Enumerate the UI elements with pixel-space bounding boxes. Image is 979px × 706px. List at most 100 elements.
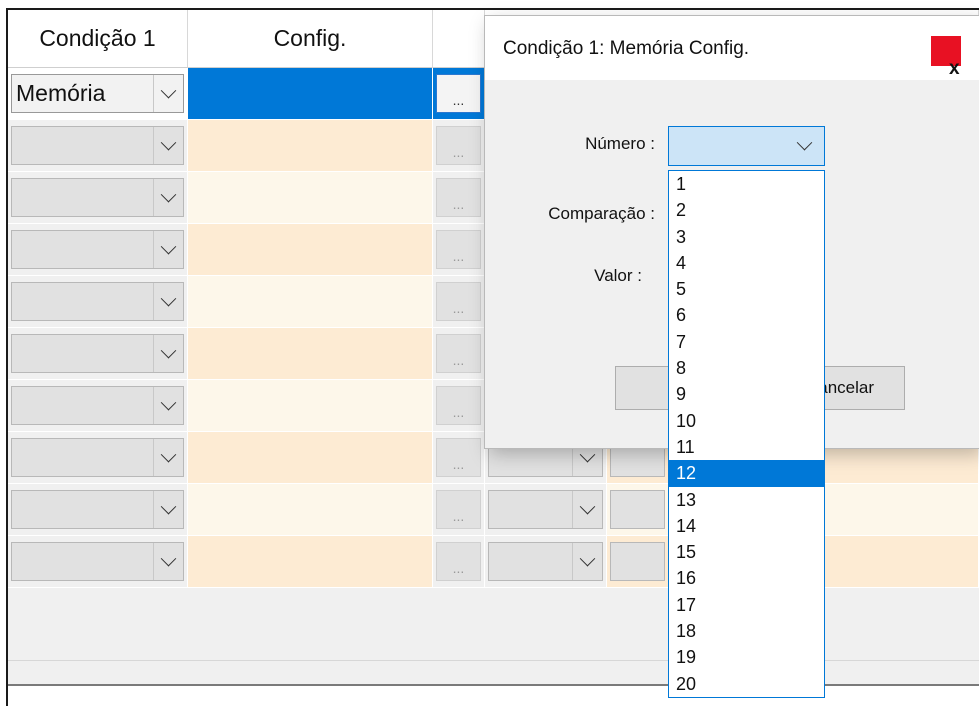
config-cell[interactable] [188,484,433,536]
condition-cell[interactable] [8,536,188,588]
dropdown-option[interactable]: 19 [669,644,824,670]
footer-divider [8,660,979,661]
combo-arrow[interactable] [153,179,183,216]
condition-combo[interactable] [11,386,184,425]
combo-arrow[interactable] [572,491,602,528]
dropdown-option[interactable]: 2 [669,197,824,223]
ellipsis-cell: ... [433,536,485,588]
table-row[interactable]: ... [8,536,979,588]
dropdown-option[interactable]: 13 [669,487,824,513]
condition-combo[interactable] [11,230,184,269]
config-cell[interactable] [188,536,433,588]
ellipsis-button[interactable]: ... [436,490,481,529]
condition-cell[interactable] [8,484,188,536]
dropdown-option[interactable]: 16 [669,565,824,591]
extra-condition-cell[interactable] [485,484,607,536]
config-cell[interactable] [188,328,433,380]
condition-combo[interactable] [11,282,184,321]
ellipsis-button[interactable]: ... [436,74,481,113]
combo-arrow[interactable] [153,387,183,424]
extra-condition-cell[interactable] [485,536,607,588]
dropdown-option[interactable]: 20 [669,671,824,697]
ellipsis-button[interactable]: ... [436,282,481,321]
dropdown-option[interactable]: 6 [669,302,824,328]
dropdown-option[interactable]: 14 [669,513,824,539]
dropdown-option[interactable]: 12 [669,460,824,487]
combo-arrow[interactable] [153,75,183,112]
config-cell[interactable] [188,68,433,120]
bottom-area [8,686,979,706]
ellipsis-button[interactable]: ... [436,126,481,165]
combo-arrow[interactable] [153,439,183,476]
extra-field[interactable] [610,490,665,529]
combo-arrow[interactable] [153,543,183,580]
combo-arrow[interactable] [153,335,183,372]
close-icon: x [949,58,960,79]
dropdown-option[interactable]: 11 [669,434,824,460]
combo-arrow[interactable] [153,491,183,528]
condition-combo[interactable] [11,178,184,217]
condition-combo[interactable] [11,334,184,373]
chevron-down-icon [579,498,596,515]
config-cell[interactable] [188,380,433,432]
config-cell[interactable] [188,172,433,224]
condition-cell[interactable] [8,380,188,432]
ellipsis-cell: ... [433,484,485,536]
config-cell[interactable] [188,224,433,276]
ellipsis-button[interactable]: ... [436,438,481,477]
ellipsis-button[interactable]: ... [436,230,481,269]
dropdown-option[interactable]: 18 [669,618,824,644]
condition-cell[interactable] [8,276,188,328]
chevron-down-icon [160,290,177,307]
comparacao-label: Comparação : [548,204,655,223]
dialog-titlebar: Condição 1: Memória Config. x [485,16,979,80]
ellipsis-cell: ... [433,120,485,172]
condition-cell[interactable]: Memória [8,68,188,120]
combo-arrow[interactable] [153,231,183,268]
condition-combo[interactable] [11,490,184,529]
dropdown-option[interactable]: 17 [669,592,824,618]
close-button[interactable]: x [931,36,961,79]
condition-combo[interactable] [11,126,184,165]
extra-combo[interactable] [488,490,603,529]
combo-arrow[interactable] [153,283,183,320]
condition-cell[interactable] [8,224,188,276]
config-cell[interactable] [188,432,433,484]
config-cell[interactable] [188,120,433,172]
column-header-config[interactable]: Config. [188,10,433,68]
condition-cell[interactable] [8,120,188,172]
ellipsis-button[interactable]: ... [436,178,481,217]
ellipsis-button[interactable]: ... [436,334,481,373]
dropdown-option[interactable]: 10 [669,408,824,434]
dropdown-option[interactable]: 3 [669,224,824,250]
numero-dropdown-list[interactable]: 1 2 3 4 5 6 7 8 9 10 11 12 13 14 15 16 17 18 19 20 [668,170,825,698]
chevron-down-icon [160,550,177,567]
combo-arrow[interactable] [153,127,183,164]
condition-cell[interactable] [8,328,188,380]
ellipsis-cell: ... [433,276,485,328]
extra-combo[interactable] [488,542,603,581]
condition-combo[interactable] [11,438,184,477]
dropdown-option[interactable]: 4 [669,250,824,276]
dropdown-option[interactable]: 7 [669,329,824,355]
column-header-button[interactable] [433,10,485,68]
numero-select[interactable] [668,126,825,166]
extra-field[interactable] [610,542,665,581]
ellipsis-button[interactable]: ... [436,386,481,425]
ellipsis-button[interactable]: ... [436,542,481,581]
condition-combo[interactable]: Memória [11,74,184,113]
combo-arrow[interactable] [572,543,602,580]
chevron-down-icon [160,186,177,203]
dropdown-option[interactable]: 1 [669,171,824,197]
dropdown-option[interactable]: 9 [669,381,824,407]
dropdown-option[interactable]: 5 [669,276,824,302]
config-cell[interactable] [188,276,433,328]
condition-combo[interactable] [11,542,184,581]
condition-cell[interactable] [8,432,188,484]
dropdown-option[interactable]: 15 [669,539,824,565]
condition-cell[interactable] [8,172,188,224]
dropdown-option[interactable]: 8 [669,355,824,381]
table-row[interactable]: ... [8,484,979,536]
ellipsis-cell: ... [433,380,485,432]
column-header-condicao[interactable]: Condição 1 [8,10,188,68]
